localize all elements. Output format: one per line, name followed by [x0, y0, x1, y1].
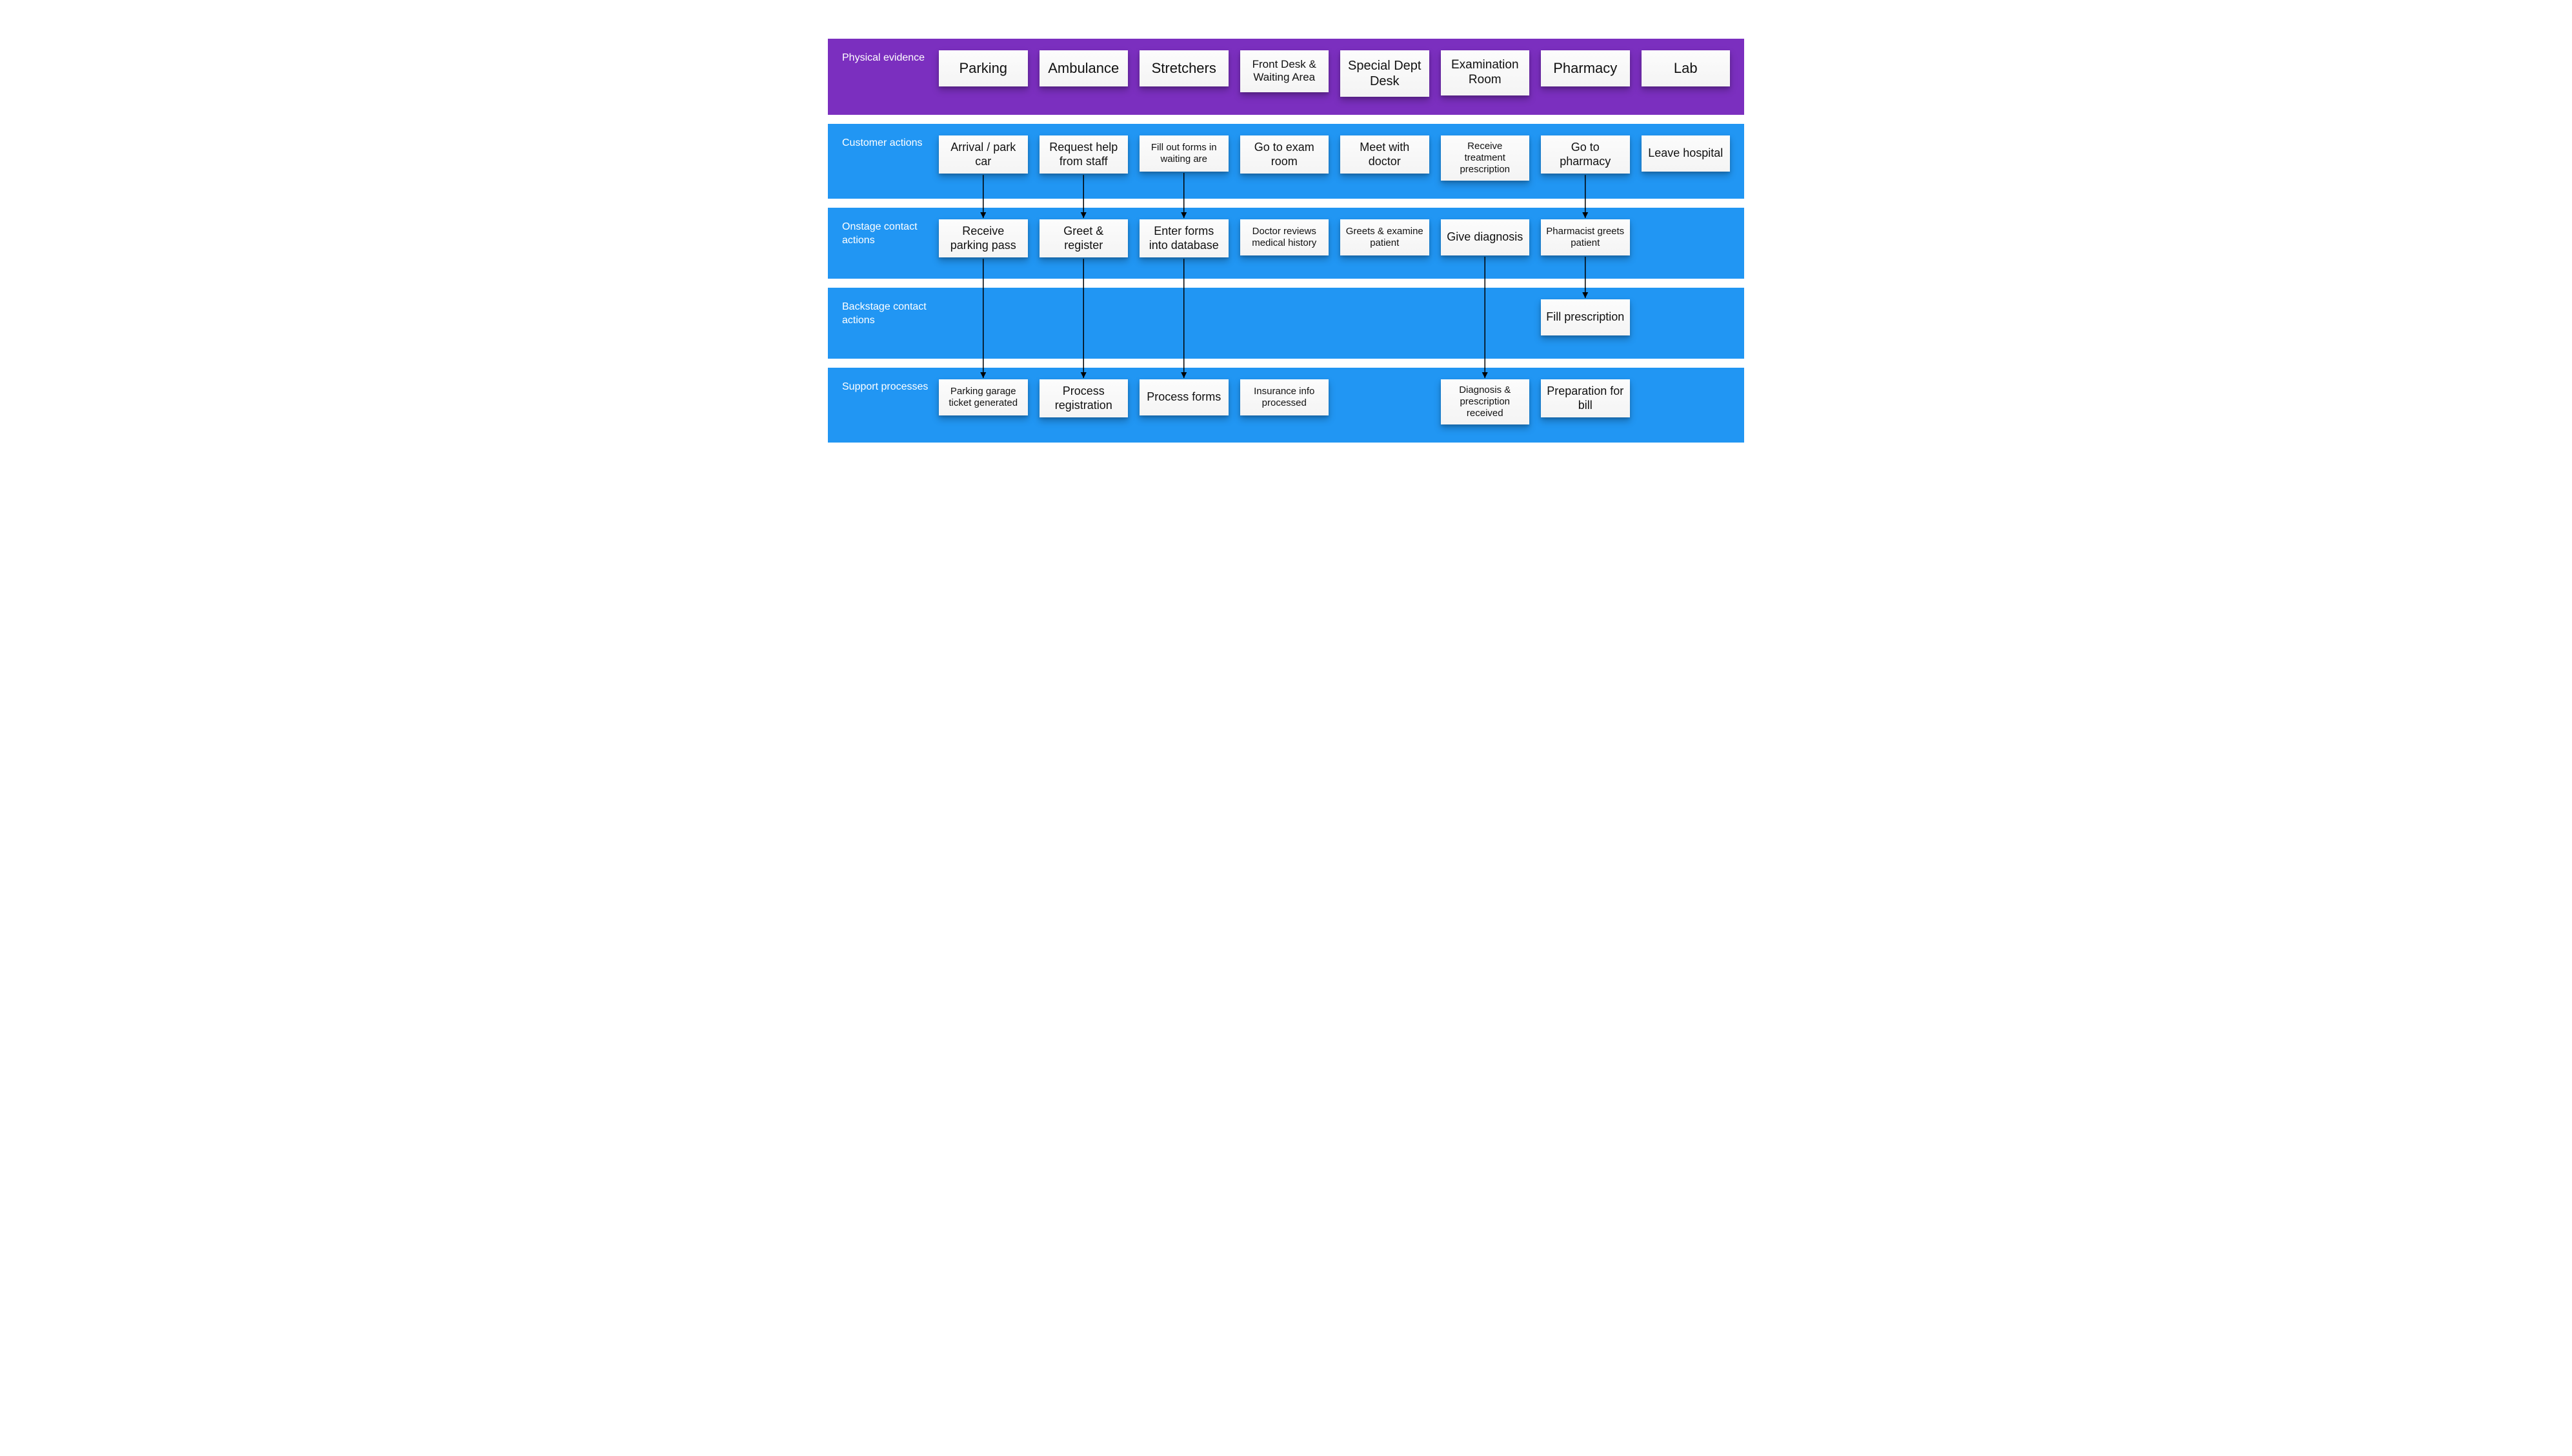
lane-cards: Parking Ambulance Stretchers Front Desk …: [939, 50, 1730, 97]
card-special-dept-desk: Special Dept Desk: [1340, 50, 1429, 97]
lane-customer-actions: Customer actions Arrival / park car Requ…: [828, 124, 1744, 199]
card-meet-with-doctor: Meet with doctor: [1340, 135, 1429, 174]
card-lab: Lab: [1642, 50, 1731, 86]
card-pharmacy: Pharmacy: [1541, 50, 1630, 86]
lane-cards: Parking garage ticket generated Process …: [939, 379, 1730, 424]
lane-cards: Receive parking pass Greet & register En…: [939, 219, 1730, 257]
card-ambulance: Ambulance: [1040, 50, 1129, 86]
card-front-desk: Front Desk & Waiting Area: [1240, 50, 1329, 92]
card-enter-forms: Enter forms into database: [1140, 219, 1229, 257]
card-greet-register: Greet & register: [1040, 219, 1129, 257]
card-parking-ticket-generated: Parking garage ticket generated: [939, 379, 1028, 415]
lane-label: Support processes: [842, 379, 939, 394]
card-preparation-for-bill: Preparation for bill: [1541, 379, 1630, 417]
lane-physical-evidence: Physical evidence Parking Ambulance Stre…: [828, 39, 1744, 115]
card-receive-parking-pass: Receive parking pass: [939, 219, 1028, 257]
card-give-diagnosis: Give diagnosis: [1441, 219, 1530, 255]
card-stretchers: Stretchers: [1140, 50, 1229, 86]
lane-label: Onstage contact actions: [842, 219, 939, 248]
lane-onstage-contact: Onstage contact actions Receive parking …: [828, 208, 1744, 279]
card-insurance-info-processed: Insurance info processed: [1240, 379, 1329, 415]
lane-label: Physical evidence: [842, 50, 939, 65]
card-greets-examine-patient: Greets & examine patient: [1340, 219, 1429, 255]
card-arrival-park-car: Arrival / park car: [939, 135, 1028, 174]
card-examination-room: Examination Room: [1441, 50, 1530, 95]
card-go-to-pharmacy: Go to pharmacy: [1541, 135, 1630, 174]
card-fill-prescription: Fill prescription: [1541, 299, 1630, 335]
card-doctor-reviews-history: Doctor reviews medical history: [1240, 219, 1329, 255]
card-go-to-exam-room: Go to exam room: [1240, 135, 1329, 174]
card-process-forms: Process forms: [1140, 379, 1229, 415]
lane-cards: Arrival / park car Request help from sta…: [939, 135, 1730, 181]
card-leave-hospital: Leave hospital: [1642, 135, 1731, 172]
card-fill-out-forms: Fill out forms in waiting are: [1140, 135, 1229, 172]
card-receive-prescription: Receive treatment prescription: [1441, 135, 1530, 181]
card-request-help: Request help from staff: [1040, 135, 1129, 174]
card-parking: Parking: [939, 50, 1028, 86]
lane-support-processes: Support processes Parking garage ticket …: [828, 368, 1744, 443]
lane-label: Customer actions: [842, 135, 939, 150]
card-diagnosis-prescription-received: Diagnosis & prescription received: [1441, 379, 1530, 424]
lane-label: Backstage contact actions: [842, 299, 939, 328]
card-process-registration: Process registration: [1040, 379, 1129, 417]
lane-cards: Fill prescription: [939, 299, 1730, 335]
card-pharmacist-greets: Pharmacist greets patient: [1541, 219, 1630, 255]
lane-backstage-contact: Backstage contact actions Fill prescript…: [828, 288, 1744, 359]
blueprint-canvas: Physical evidence Parking Ambulance Stre…: [802, 0, 1770, 503]
